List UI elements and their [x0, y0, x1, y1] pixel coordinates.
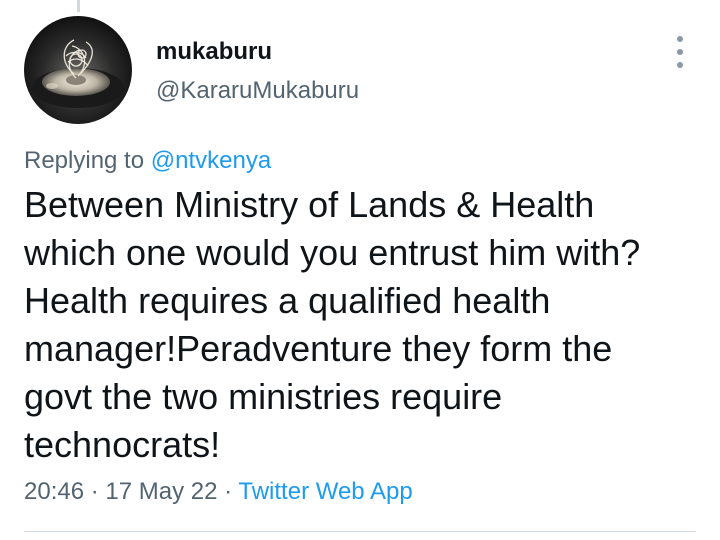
more-dot: [677, 49, 683, 55]
user-handle[interactable]: @KararuMukaburu: [156, 77, 359, 105]
tweet-metadata: 20:46 · 17 May 22 · Twitter Web App: [24, 478, 413, 506]
display-name[interactable]: mukaburu: [156, 38, 272, 66]
replying-to: Replying to @ntvkenya: [24, 147, 271, 175]
divider: [24, 531, 696, 532]
tweet-time[interactable]: 20:46: [24, 478, 84, 505]
reply-mention-link[interactable]: @ntvkenya: [151, 147, 271, 174]
meta-separator: ·: [224, 478, 233, 505]
meta-separator: ·: [90, 478, 99, 505]
more-options-icon[interactable]: [666, 34, 694, 70]
replying-to-label: Replying to: [24, 147, 145, 174]
tweet-detail: mukaburu @KararuMukaburu Replying to @nt…: [0, 0, 720, 540]
more-dot: [677, 62, 683, 68]
tweet-date[interactable]: 17 May 22: [105, 478, 217, 505]
thread-connector-line: [77, 0, 80, 12]
more-dot: [677, 36, 683, 42]
avatar-image: [24, 16, 132, 124]
tweet-text: Between Ministry of Lands & Health which…: [24, 184, 641, 465]
tweet-source-link[interactable]: Twitter Web App: [238, 478, 412, 505]
avatar[interactable]: [24, 16, 132, 124]
